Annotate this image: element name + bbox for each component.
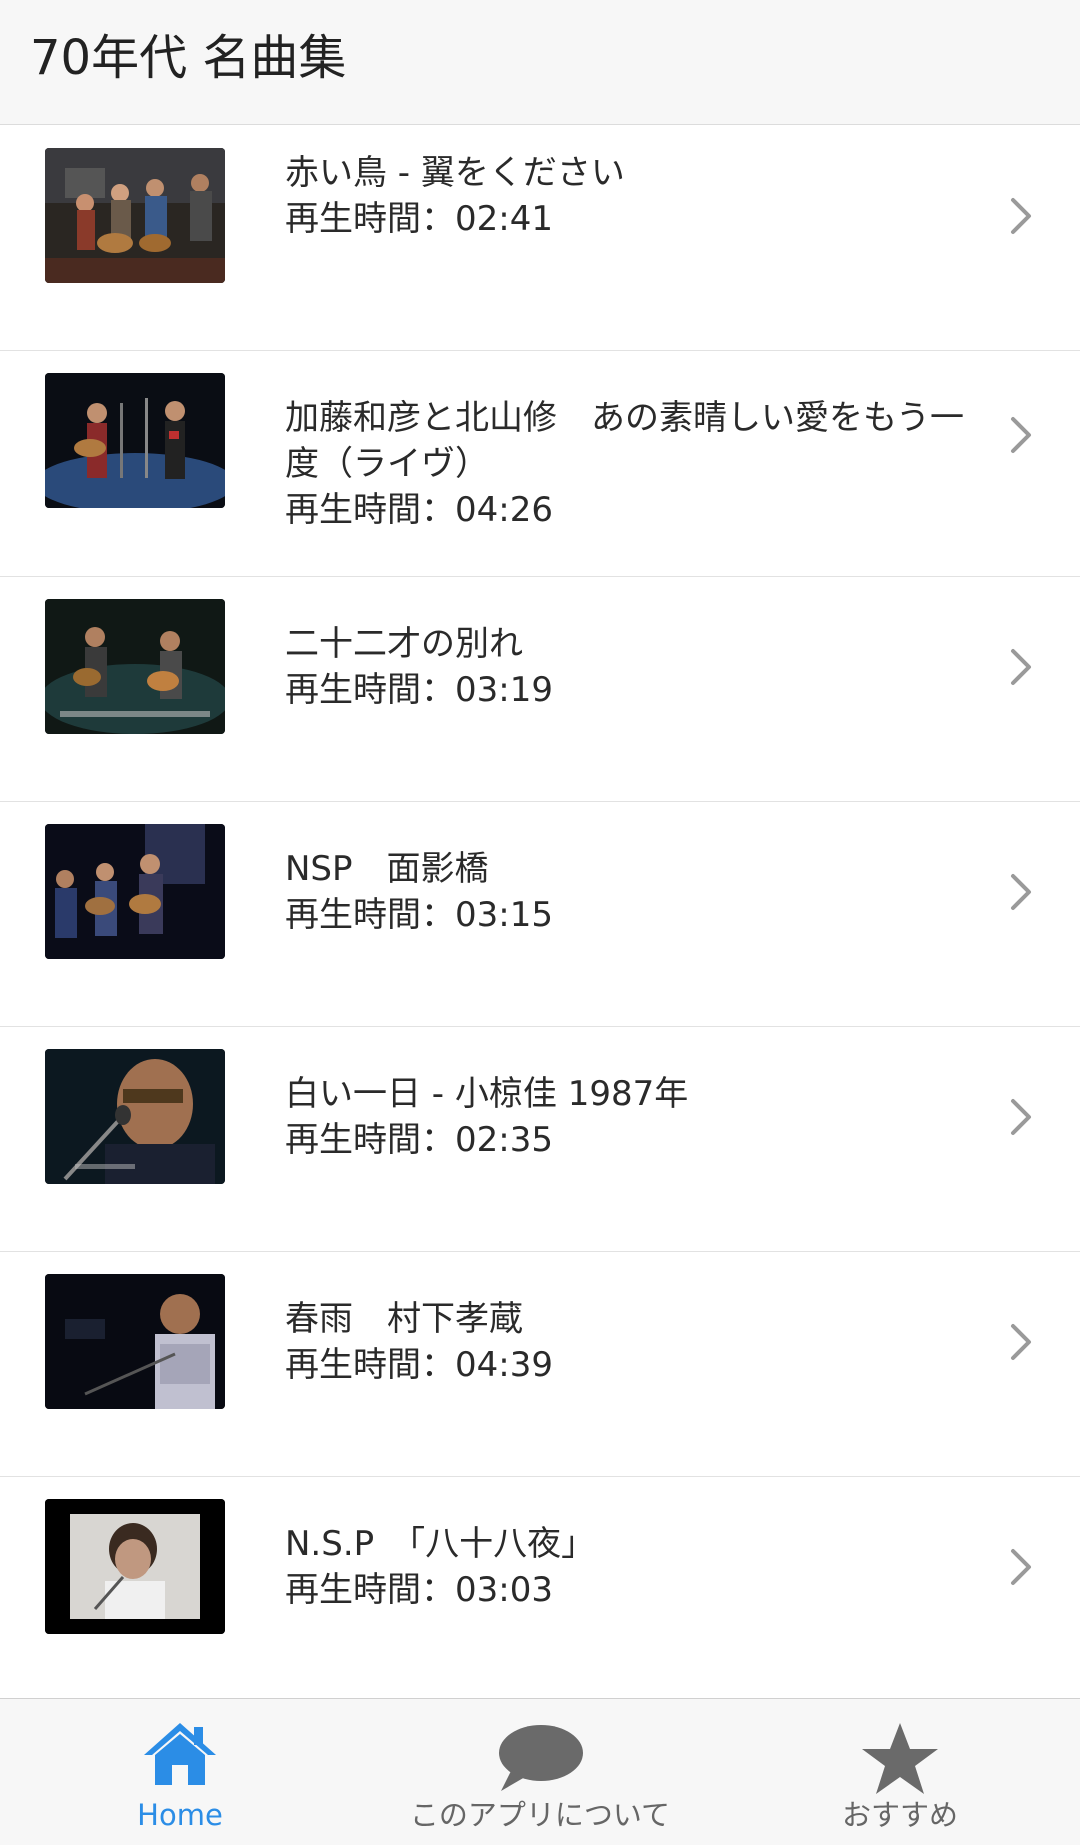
list-item-text: 二十二才の別れ 再生時間：03:19 xyxy=(285,621,965,713)
video-thumbnail xyxy=(45,824,225,959)
song-title: NSP 面影橋 xyxy=(285,849,489,889)
song-title: N.S.P 「八十八夜」 xyxy=(285,1524,596,1564)
tab-recommended[interactable]: おすすめ xyxy=(750,1699,1050,1845)
song-duration: 再生時間：03:03 xyxy=(285,1570,553,1610)
video-thumbnail xyxy=(45,1274,225,1409)
chevron-right-icon xyxy=(1005,1545,1035,1589)
list-item[interactable]: 二十二才の別れ 再生時間：03:19 xyxy=(0,577,1080,802)
list-item-text: 白い一日 - 小椋佳 1987年 再生時間：02:35 xyxy=(285,1071,965,1163)
song-title: 白い一日 - 小椋佳 1987年 xyxy=(285,1074,689,1114)
song-duration: 再生時間：04:39 xyxy=(285,1345,553,1385)
star-icon xyxy=(860,1721,940,1801)
song-duration: 再生時間：03:19 xyxy=(285,670,553,710)
page-title: 70年代 名曲集 xyxy=(30,30,347,86)
list-item-text: 加藤和彦と北山修 あの素晴しい愛をもう一度（ライヴ） 再生時間：04:26 xyxy=(285,395,965,533)
tab-home-label: Home xyxy=(137,1798,223,1832)
chevron-right-icon xyxy=(1005,194,1035,238)
list-item[interactable]: 赤い鳥 - 翼をください 再生時間：02:41 xyxy=(0,126,1080,351)
video-thumbnail xyxy=(45,599,225,734)
video-thumbnail xyxy=(45,1499,225,1634)
speech-bubble-icon xyxy=(495,1721,585,1797)
chevron-right-icon xyxy=(1005,413,1035,457)
song-title: 二十二才の別れ xyxy=(285,624,523,664)
app-header: 70年代 名曲集 xyxy=(0,0,1080,125)
list-item-text: 春雨 村下孝蔵 再生時間：04:39 xyxy=(285,1296,965,1388)
song-duration: 再生時間：02:41 xyxy=(285,199,553,239)
chevron-right-icon xyxy=(1005,1095,1035,1139)
video-thumbnail xyxy=(45,373,225,508)
tab-home[interactable]: Home xyxy=(30,1699,330,1845)
video-thumbnail xyxy=(45,1049,225,1184)
video-thumbnail xyxy=(45,148,225,283)
song-duration: 再生時間：03:15 xyxy=(285,895,553,935)
song-duration: 再生時間：04:26 xyxy=(285,490,553,530)
list-item[interactable]: 加藤和彦と北山修 あの素晴しい愛をもう一度（ライヴ） 再生時間：04:26 xyxy=(0,351,1080,577)
song-list: 赤い鳥 - 翼をください 再生時間：02:41 加藤和彦と北山修 あの素晴しい愛… xyxy=(0,126,1080,1702)
list-item[interactable]: 白い一日 - 小椋佳 1987年 再生時間：02:35 xyxy=(0,1027,1080,1252)
chevron-right-icon xyxy=(1005,870,1035,914)
list-item-text: 赤い鳥 - 翼をください 再生時間：02:41 xyxy=(285,150,965,242)
song-title: 春雨 村下孝蔵 xyxy=(285,1299,523,1339)
list-item[interactable]: 春雨 村下孝蔵 再生時間：04:39 xyxy=(0,1252,1080,1477)
list-item-text: NSP 面影橋 再生時間：03:15 xyxy=(285,846,965,938)
tab-about-label: このアプリについて xyxy=(409,1798,671,1832)
song-duration: 再生時間：02:35 xyxy=(285,1120,553,1160)
list-item[interactable]: N.S.P 「八十八夜」 再生時間：03:03 xyxy=(0,1477,1080,1702)
list-item-text: N.S.P 「八十八夜」 再生時間：03:03 xyxy=(285,1521,965,1613)
list-item[interactable]: NSP 面影橋 再生時間：03:15 xyxy=(0,802,1080,1027)
chevron-right-icon xyxy=(1005,645,1035,689)
tab-recommended-label: おすすめ xyxy=(841,1798,958,1832)
chevron-right-icon xyxy=(1005,1320,1035,1364)
app-screen: 70年代 名曲集 赤い鳥 - 翼をください 再生時間：02:41 加藤和彦と北山… xyxy=(0,0,1080,1845)
bottom-tab-bar: Home このアプリについて おすすめ xyxy=(0,1698,1080,1845)
song-title: 赤い鳥 - 翼をください xyxy=(285,153,625,193)
home-icon xyxy=(142,1721,218,1791)
tab-about[interactable]: このアプリについて xyxy=(390,1699,690,1845)
song-title: 加藤和彦と北山修 あの素晴しい愛をもう一度（ライヴ） xyxy=(285,398,964,484)
